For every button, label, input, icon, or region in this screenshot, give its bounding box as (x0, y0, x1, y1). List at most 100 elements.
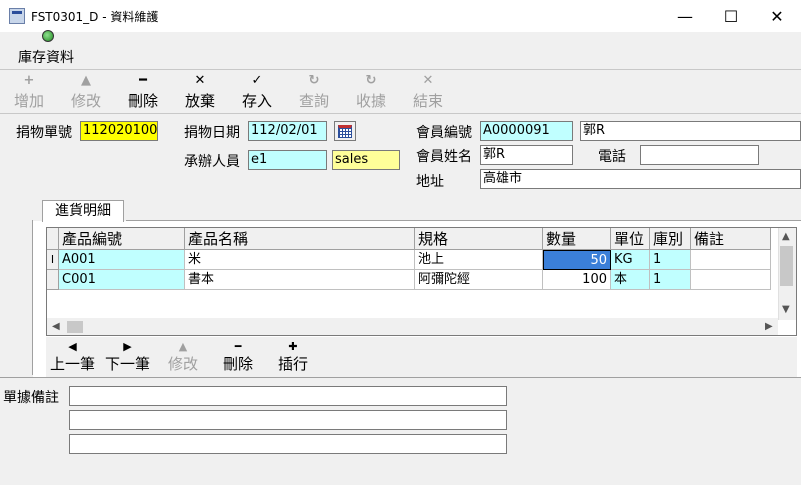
cell-unit[interactable]: 本 (611, 270, 650, 290)
x-icon: ✕ (422, 73, 434, 88)
handler-id-field[interactable]: e1 (248, 150, 327, 170)
query-button[interactable]: ↻ 查詢 (289, 74, 339, 111)
exit-button[interactable]: ✕ 結束 (403, 74, 453, 111)
scroll-right-icon[interactable]: ▶ (765, 321, 773, 332)
query-label: 查詢 (298, 92, 329, 110)
col-header-unit[interactable]: 單位 (611, 228, 650, 250)
cell-qty[interactable]: 50 (543, 250, 611, 270)
minus-icon: ━ (234, 340, 242, 353)
insert-row-label: 插行 (278, 355, 309, 373)
receipt-button[interactable]: ↻ 收據 (346, 74, 396, 111)
col-header-qty[interactable]: 數量 (543, 228, 611, 250)
discard-button[interactable]: ✕ 放棄 (175, 74, 225, 111)
cell-name[interactable]: 書本 (185, 270, 415, 290)
discard-label: 放棄 (184, 92, 215, 110)
delete-label: 刪除 (127, 92, 158, 110)
cell-spec[interactable]: 池上 (415, 250, 543, 270)
maximize-button[interactable]: ☐ (708, 0, 754, 32)
arrow-left-icon: ◀ (68, 340, 77, 353)
member-name-field[interactable]: 郭R (480, 145, 573, 165)
minus-icon: ━ (139, 73, 147, 88)
add-button[interactable]: + 增加 (4, 74, 54, 111)
separator (0, 69, 801, 70)
next-record-label: 下一筆 (105, 355, 151, 373)
close-button[interactable]: ✕ (754, 0, 800, 32)
insert-row-button[interactable]: ✚ 插行 (278, 341, 308, 374)
triangle-up-icon: ▲ (81, 73, 91, 88)
separator (0, 113, 801, 114)
calendar-button[interactable] (334, 121, 356, 141)
separator (0, 377, 801, 378)
cell-code[interactable]: C001 (59, 270, 185, 290)
calendar-icon (338, 124, 352, 138)
row-indicator (47, 270, 59, 290)
triangle-up-icon: ▲ (178, 340, 188, 353)
memo-label: 單據備註 (3, 390, 59, 406)
refresh-icon: ↻ (365, 73, 377, 88)
stock-data-menu[interactable]: 庫存資料 (18, 47, 74, 67)
address-label: 地址 (416, 174, 444, 190)
col-header-note[interactable]: 備註 (691, 228, 771, 250)
delete-button[interactable]: ━ 刪除 (118, 74, 168, 111)
grid-corner (47, 228, 59, 250)
cell-note[interactable] (691, 250, 771, 270)
detail-grid[interactable]: 產品編號 產品名稱 規格 數量 單位 庫別 備註 I A001 米 池上 50 … (46, 227, 797, 336)
donation-no-field[interactable]: 1120201001 (80, 121, 158, 141)
scroll-down-icon[interactable]: ▼ (782, 304, 790, 315)
cell-name[interactable]: 米 (185, 250, 415, 270)
member-name-label: 會員姓名 (416, 149, 472, 165)
plus-icon: ✚ (288, 340, 298, 353)
scroll-left-icon[interactable]: ◀ (52, 321, 60, 332)
col-header-code[interactable]: 產品編號 (59, 228, 185, 250)
address-field[interactable]: 高雄市 (480, 169, 801, 189)
edit-row-button[interactable]: ▲ 修改 (168, 341, 198, 374)
donation-no-label: 捐物單號 (16, 125, 72, 141)
cell-unit[interactable]: KG (611, 250, 650, 270)
member-name-display: 郭R (580, 121, 801, 141)
x-icon: ✕ (194, 73, 206, 88)
exit-label: 結束 (412, 92, 443, 110)
delete-row-label: 刪除 (223, 355, 254, 373)
donation-date-field[interactable]: 112/02/01 (248, 121, 327, 141)
vertical-scroll-thumb[interactable] (780, 246, 793, 286)
app-icon (9, 8, 25, 24)
edit-label: 修改 (70, 92, 101, 110)
delete-row-button[interactable]: ━ 刪除 (223, 341, 253, 374)
save-button[interactable]: ✓ 存入 (232, 74, 282, 111)
col-header-spec[interactable]: 規格 (415, 228, 543, 250)
plus-icon: + (23, 73, 35, 88)
prev-record-button[interactable]: ◀ 上一筆 (50, 341, 95, 374)
cell-qty[interactable]: 100 (543, 270, 611, 290)
row-indicator: I (47, 250, 59, 270)
tab-purchase-detail[interactable]: 進貨明細 (42, 200, 124, 222)
horizontal-scroll-thumb[interactable] (67, 321, 83, 333)
minimize-button[interactable]: — (662, 0, 708, 32)
cell-warehouse[interactable]: 1 (650, 270, 691, 290)
check-icon: ✓ (251, 73, 263, 88)
horizontal-scrollbar[interactable] (47, 318, 778, 335)
cell-warehouse[interactable]: 1 (650, 250, 691, 270)
memo-field-3[interactable] (69, 434, 507, 454)
member-no-label: 會員編號 (416, 125, 472, 141)
receipt-label: 收據 (355, 92, 386, 110)
phone-field[interactable] (640, 145, 759, 165)
cell-spec[interactable]: 阿彌陀經 (415, 270, 543, 290)
refresh-icon: ↻ (308, 73, 320, 88)
grid-nav-bar (46, 337, 797, 377)
cell-note[interactable] (691, 270, 771, 290)
next-record-button[interactable]: ▶ 下一筆 (105, 341, 150, 374)
tab-border (32, 220, 33, 375)
memo-field-2[interactable] (69, 410, 507, 430)
col-header-warehouse[interactable]: 庫別 (650, 228, 691, 250)
handler-name-field[interactable]: sales (332, 150, 400, 170)
member-no-field[interactable]: A0000091 (480, 121, 573, 141)
edit-button[interactable]: ▲ 修改 (61, 74, 111, 111)
phone-label: 電話 (598, 149, 626, 165)
col-header-name[interactable]: 產品名稱 (185, 228, 415, 250)
stock-data-icon[interactable] (42, 30, 54, 42)
memo-field-1[interactable] (69, 386, 507, 406)
scroll-up-icon[interactable]: ▲ (782, 231, 790, 242)
add-label: 增加 (13, 92, 44, 110)
cell-code[interactable]: A001 (59, 250, 185, 270)
save-label: 存入 (241, 92, 272, 110)
